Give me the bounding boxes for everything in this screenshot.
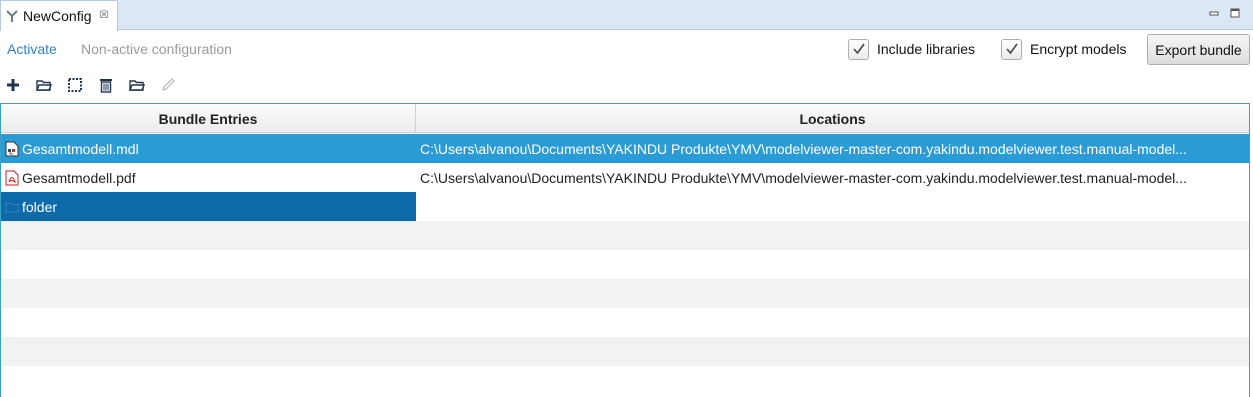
include-libraries-option[interactable]: Include libraries xyxy=(848,37,975,61)
column-header-bundle-entries[interactable]: Bundle Entries xyxy=(1,104,416,133)
entry-name-cell[interactable]: Gesamtmodell.mdl xyxy=(1,134,416,163)
entry-name: Gesamtmodell.mdl xyxy=(22,140,139,157)
entry-name: folder xyxy=(22,198,58,215)
empty-row xyxy=(1,308,1249,337)
delete-icon[interactable] xyxy=(96,75,116,95)
table-row[interactable]: folder xyxy=(1,192,1249,221)
minimize-icon[interactable] xyxy=(1207,6,1221,20)
include-libraries-checkbox[interactable] xyxy=(848,38,869,60)
entries-toolbar xyxy=(3,74,189,96)
column-header-locations[interactable]: Locations xyxy=(416,104,1249,133)
table-row[interactable]: Gesamtmodell.mdl C:\Users\alvanou\Docume… xyxy=(1,134,1249,163)
entry-name-cell[interactable]: folder xyxy=(1,192,416,221)
table-row[interactable]: Gesamtmodell.pdf C:\Users\alvanou\Docume… xyxy=(1,163,1249,192)
encrypt-models-option[interactable]: Encrypt models xyxy=(1001,37,1126,61)
entry-location-cell xyxy=(416,192,1249,221)
entry-location-cell: C:\Users\alvanou\Documents\YAKINDU Produ… xyxy=(420,140,1187,157)
close-icon[interactable]: ☒ xyxy=(99,11,108,21)
table-body: Gesamtmodell.mdl C:\Users\alvanou\Docume… xyxy=(1,134,1249,395)
entry-name-cell[interactable]: Gesamtmodell.pdf xyxy=(1,163,416,192)
tab-title: NewConfig xyxy=(23,8,92,24)
entry-name: Gesamtmodell.pdf xyxy=(22,169,136,186)
check-icon xyxy=(852,43,865,55)
activate-link[interactable]: Activate xyxy=(7,41,57,57)
select-all-icon[interactable] xyxy=(65,75,85,95)
open-folder-icon[interactable] xyxy=(34,75,54,95)
tab-newconfig[interactable]: NewConfig ☒ xyxy=(0,0,118,31)
edit-icon[interactable] xyxy=(158,75,178,95)
folder-icon xyxy=(5,199,19,215)
empty-row xyxy=(1,279,1249,308)
encrypt-models-checkbox[interactable] xyxy=(1001,38,1022,60)
entry-location-cell: C:\Users\alvanou\Documents\YAKINDU Produ… xyxy=(420,169,1187,186)
empty-row xyxy=(1,366,1249,395)
mdl-file-icon xyxy=(5,141,19,157)
pdf-file-icon xyxy=(5,170,19,186)
export-bundle-button[interactable]: Export bundle xyxy=(1147,34,1250,65)
table-header: Bundle Entries Locations xyxy=(1,104,1249,133)
empty-row xyxy=(1,337,1249,366)
configuration-status: Non-active configuration xyxy=(81,41,232,57)
empty-row xyxy=(1,221,1249,250)
encrypt-models-label: Encrypt models xyxy=(1030,41,1127,57)
bundle-entries-table: Bundle Entries Locations Gesamtmodell.md… xyxy=(0,103,1250,397)
editor-tab-bar: NewConfig ☒ xyxy=(0,0,1253,31)
include-libraries-label: Include libraries xyxy=(877,41,976,57)
empty-row xyxy=(1,250,1249,279)
add-icon[interactable] xyxy=(3,75,23,95)
check-icon xyxy=(1005,43,1018,55)
folder-icon[interactable] xyxy=(127,75,147,95)
maximize-icon[interactable] xyxy=(1228,6,1242,20)
config-icon xyxy=(5,9,19,23)
